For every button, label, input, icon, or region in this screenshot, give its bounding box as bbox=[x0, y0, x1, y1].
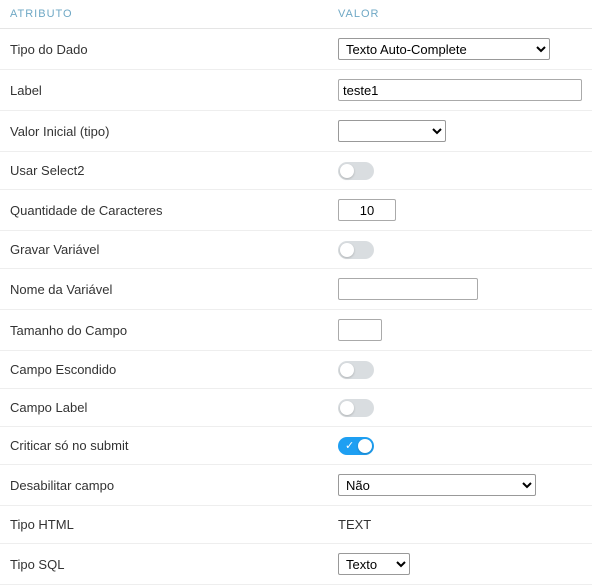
attr-tamanho-campo: Tamanho do Campo bbox=[0, 310, 328, 351]
desabilitar-select[interactable]: Não bbox=[338, 474, 536, 496]
table-row: Desabilitar campo Não bbox=[0, 465, 592, 506]
valor-inicial-select[interactable] bbox=[338, 120, 446, 142]
gravar-variavel-toggle[interactable] bbox=[338, 241, 374, 259]
campo-label-toggle[interactable] bbox=[338, 399, 374, 417]
table-row: Campo Label bbox=[0, 389, 592, 427]
attr-gravar-variavel: Gravar Variável bbox=[0, 231, 328, 269]
label-input[interactable] bbox=[338, 79, 582, 101]
table-row: Campo Escondido bbox=[0, 351, 592, 389]
criticar-submit-toggle[interactable]: ✓ bbox=[338, 437, 374, 455]
attr-qtd-caracteres: Quantidade de Caracteres bbox=[0, 190, 328, 231]
attr-campo-label: Campo Label bbox=[0, 389, 328, 427]
check-icon: ✓ bbox=[345, 438, 354, 454]
attr-label: Label bbox=[0, 70, 328, 111]
table-row: Criticar só no submit ✓ bbox=[0, 427, 592, 465]
table-row: Tipo SQL Texto bbox=[0, 544, 592, 585]
attr-valor-inicial: Valor Inicial (tipo) bbox=[0, 111, 328, 152]
attr-desabilitar: Desabilitar campo bbox=[0, 465, 328, 506]
table-row: Tipo HTML TEXT bbox=[0, 506, 592, 544]
table-row: Tipo do Dado Texto Auto-Complete bbox=[0, 29, 592, 70]
table-row: Tamanho do Campo bbox=[0, 310, 592, 351]
attr-criticar-submit: Criticar só no submit bbox=[0, 427, 328, 465]
tipo-sql-select[interactable]: Texto bbox=[338, 553, 410, 575]
header-atributo: ATRIBUTO bbox=[0, 0, 328, 29]
attr-nome-variavel: Nome da Variável bbox=[0, 269, 328, 310]
table-row: Valor Inicial (tipo) bbox=[0, 111, 592, 152]
tipo-dado-select[interactable]: Texto Auto-Complete bbox=[338, 38, 550, 60]
attr-tipo-dado: Tipo do Dado bbox=[0, 29, 328, 70]
attr-tipo-html: Tipo HTML bbox=[0, 506, 328, 544]
attr-usar-select2: Usar Select2 bbox=[0, 152, 328, 190]
table-row: Quantidade de Caracteres bbox=[0, 190, 592, 231]
table-row: Nome da Variável bbox=[0, 269, 592, 310]
table-row: Usar Select2 bbox=[0, 152, 592, 190]
qtd-caracteres-input[interactable] bbox=[338, 199, 396, 221]
tamanho-campo-input[interactable] bbox=[338, 319, 382, 341]
nome-variavel-input[interactable] bbox=[338, 278, 478, 300]
attr-tipo-sql: Tipo SQL bbox=[0, 544, 328, 585]
tipo-html-value: TEXT bbox=[338, 517, 371, 532]
attributes-table: ATRIBUTO VALOR Tipo do Dado Texto Auto-C… bbox=[0, 0, 592, 585]
campo-escondido-toggle[interactable] bbox=[338, 361, 374, 379]
table-row: Gravar Variável bbox=[0, 231, 592, 269]
table-row: Label bbox=[0, 70, 592, 111]
header-valor: VALOR bbox=[328, 0, 592, 29]
attr-campo-escondido: Campo Escondido bbox=[0, 351, 328, 389]
usar-select2-toggle[interactable] bbox=[338, 162, 374, 180]
